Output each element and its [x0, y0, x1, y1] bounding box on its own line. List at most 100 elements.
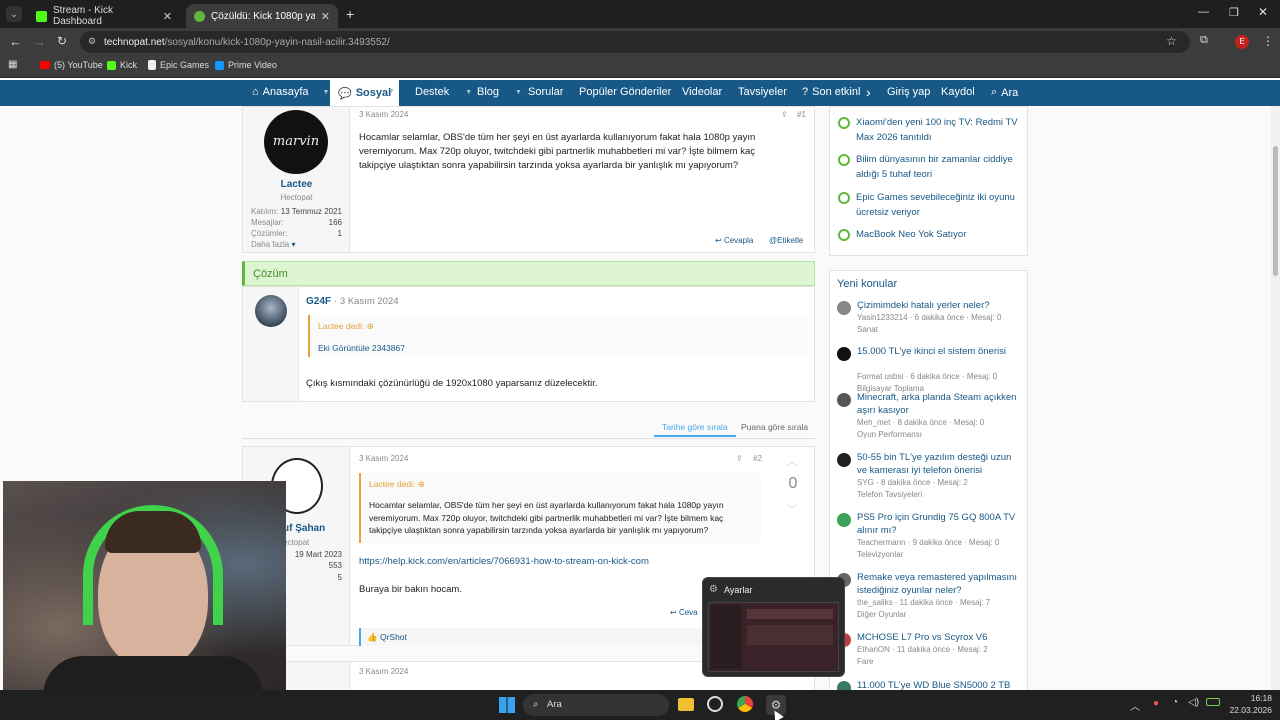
user-avatar[interactable] — [255, 295, 287, 327]
downvote-icon[interactable]: ﹀ — [787, 501, 797, 516]
topic-forum[interactable]: Diğer Oyunlar — [857, 610, 1023, 619]
nav-anasayfa[interactable]: ⌂ Anasayfa ▼ — [252, 86, 329, 98]
nav-blog[interactable]: Blog ▼ — [477, 86, 522, 98]
topic-forum[interactable]: Televizyonlar — [857, 550, 1023, 559]
close-tab-icon[interactable]: ✕ — [321, 10, 330, 23]
username[interactable]: Lactee — [243, 179, 350, 190]
topic-forum[interactable]: Telefon Tavsiyeleri — [857, 490, 1023, 499]
login-button[interactable]: Giriş yap — [887, 86, 930, 98]
reply-button[interactable]: ↩ Ceva — [670, 608, 698, 617]
topic-forum[interactable]: Fare — [857, 657, 1023, 666]
site-info-icon[interactable]: ⚙ — [88, 36, 96, 47]
bookmark-epic-games[interactable]: Epic Games — [148, 60, 209, 70]
news-item[interactable]: Xiaomi'den yeni 100 inç TV: Redmi TV Max… — [838, 115, 1022, 145]
apps-grid-icon[interactable]: ▦ — [8, 59, 17, 70]
close-window-button[interactable]: ✕ — [1258, 5, 1268, 19]
tab-search-button[interactable]: ⌄ — [6, 6, 22, 22]
user-avatar-icon[interactable] — [837, 393, 851, 407]
topic-title[interactable]: 15.000 TL'ye ikinci el sistem önerisi — [857, 345, 1023, 358]
more-info-toggle[interactable]: Daha fazla ▾ — [251, 240, 296, 249]
share-icon[interactable]: ⇪ — [736, 454, 743, 463]
quote-author[interactable]: Lactee dedi: ⊕ — [318, 321, 374, 332]
username[interactable]: G24F — [306, 296, 331, 307]
reaction-user[interactable]: QrShot — [380, 632, 407, 642]
nav-sosyal-dropdown[interactable]: ▼ — [388, 88, 395, 95]
bookmark-youtube[interactable]: (5) YouTube — [40, 60, 103, 70]
topic-forum[interactable]: Oyun Performansı — [857, 430, 1023, 439]
topic-title[interactable]: 50-55 bin TL'ye yazılım desteği uzun ve … — [857, 451, 1023, 477]
share-icon[interactable]: ⇪ — [781, 110, 788, 119]
post-date[interactable]: 3 Kasım 2024 — [359, 454, 408, 463]
post-number[interactable]: #2 — [753, 454, 762, 463]
username[interactable]: uf Şahan — [283, 523, 325, 534]
news-item[interactable]: Epic Games sevebileceğiniz iki oyunu ücr… — [838, 190, 1022, 220]
minimize-window-button[interactable]: — — [1198, 6, 1209, 18]
user-avatar-icon[interactable] — [837, 301, 851, 315]
topic-title[interactable]: Çizimimdeki hatalı yerler neler? — [857, 299, 1023, 312]
reload-icon[interactable]: ↻ — [57, 34, 67, 48]
system-tray-chevron-icon[interactable]: ︿ — [1130, 698, 1140, 713]
nav-destek[interactable]: Destek ▼ — [415, 86, 472, 98]
user-avatar-icon[interactable] — [837, 681, 851, 690]
bookmark-prime-video[interactable]: Prime Video — [215, 60, 277, 70]
battery-icon[interactable] — [1206, 698, 1220, 706]
topic-title[interactable]: Minecraft, arka planda Steam açıkken aşı… — [857, 391, 1023, 417]
post-date[interactable]: 3 Kasım 2024 — [359, 667, 408, 676]
bookmark-star-icon[interactable]: ☆ — [1166, 34, 1177, 48]
obs-icon[interactable] — [707, 696, 723, 712]
page-scrollbar[interactable] — [1271, 106, 1280, 690]
user-avatar-icon[interactable] — [837, 453, 851, 467]
new-tab-button[interactable]: + — [346, 6, 354, 22]
register-button[interactable]: Kaydol — [941, 86, 975, 98]
topic-title[interactable]: Remake veya remastered yapılmasını isted… — [857, 571, 1023, 597]
reply-button[interactable]: ↩ Cevapla — [715, 236, 753, 245]
attachment-link[interactable]: Eki Görüntüle 2343867 — [318, 343, 405, 353]
sort-by-date-tab[interactable]: Tarihe göre sırala — [654, 420, 736, 437]
taskbar-preview-popup[interactable]: ⚙ Ayarlar — [702, 577, 845, 677]
chrome-icon[interactable] — [737, 696, 753, 712]
news-item[interactable]: MacBook Neo Yok Satıyor — [838, 227, 1022, 242]
clock-time[interactable]: 16:18 — [1236, 693, 1272, 703]
address-bar[interactable]: ⚙ technopat.net/sosyal/konu/kick-1080p-y… — [80, 31, 1190, 53]
clock-date[interactable]: 22.03.2026 — [1226, 705, 1272, 715]
nav-scroll-right-icon[interactable]: › — [866, 84, 871, 100]
news-item[interactable]: Bilim dünyasının bir zamanlar ciddiye al… — [838, 152, 1022, 182]
nav-tavsiyeler[interactable]: Tavsiyeler — [738, 86, 787, 98]
profile-avatar[interactable]: E — [1235, 35, 1249, 49]
browser-menu-icon[interactable]: ⋮ — [1262, 34, 1274, 48]
user-avatar-icon[interactable] — [837, 513, 851, 527]
windows-start-icon[interactable] — [499, 697, 515, 713]
topic-title[interactable]: MCHOSE L7 Pro vs Scyrox V6 — [857, 631, 1023, 644]
post-date[interactable]: 3 Kasım 2024 — [340, 296, 399, 307]
upvote-icon[interactable]: ︿ — [787, 453, 797, 468]
quote-author[interactable]: Lactee dedi: ⊕ — [369, 479, 425, 490]
taskbar-search[interactable]: ⌕ Ara — [523, 694, 669, 716]
sort-by-score-tab[interactable]: Puana göre sırala — [733, 420, 816, 437]
close-tab-icon[interactable]: ✕ — [163, 10, 172, 23]
topic-title[interactable]: 11.000 TL'ye WD Blue SN5000 2 TB — [857, 679, 1023, 690]
file-explorer-icon[interactable] — [678, 698, 694, 711]
scrollbar-thumb[interactable] — [1273, 146, 1278, 276]
post-number[interactable]: #1 — [797, 110, 806, 119]
help-link[interactable]: https://help.kick.com/en/articles/706693… — [359, 556, 649, 567]
microphone-icon[interactable]: ● — [1153, 698, 1159, 709]
topic-title[interactable]: PS5 Pro için Grundig 75 GQ 800A TV alını… — [857, 511, 1023, 537]
nav-sorular[interactable]: Sorular — [528, 86, 563, 98]
maximize-window-button[interactable]: ❐ — [1229, 6, 1239, 19]
tab-kick-dashboard[interactable]: Stream - Kick Dashboard ✕ — [28, 4, 180, 28]
nav-videolar[interactable]: Videolar — [682, 86, 722, 98]
nav-populer[interactable]: Popüler Gönderiler — [579, 86, 671, 98]
user-avatar[interactable]: marvin — [264, 110, 328, 174]
tab-technopat[interactable]: Çözüldü: Kick 1080p yayın nasıl ✕ — [186, 4, 338, 28]
user-avatar-icon[interactable] — [837, 347, 851, 361]
wifi-icon[interactable]: ◔ — [1172, 697, 1178, 708]
volume-icon[interactable]: ◁) — [1188, 697, 1199, 708]
nav-son-etkinlik[interactable]: ? Son etkinl — [802, 86, 860, 98]
tag-button[interactable]: @Etiketle — [769, 236, 803, 245]
forward-icon[interactable]: → — [33, 34, 46, 49]
bookmark-kick[interactable]: Kick — [107, 60, 137, 70]
topic-forum[interactable]: Sanat — [857, 325, 1023, 334]
back-icon[interactable]: ← — [9, 34, 22, 49]
extensions-icon[interactable]: ⧉ — [1200, 34, 1208, 47]
search-button[interactable]: ⌕ Ara — [991, 86, 1018, 99]
